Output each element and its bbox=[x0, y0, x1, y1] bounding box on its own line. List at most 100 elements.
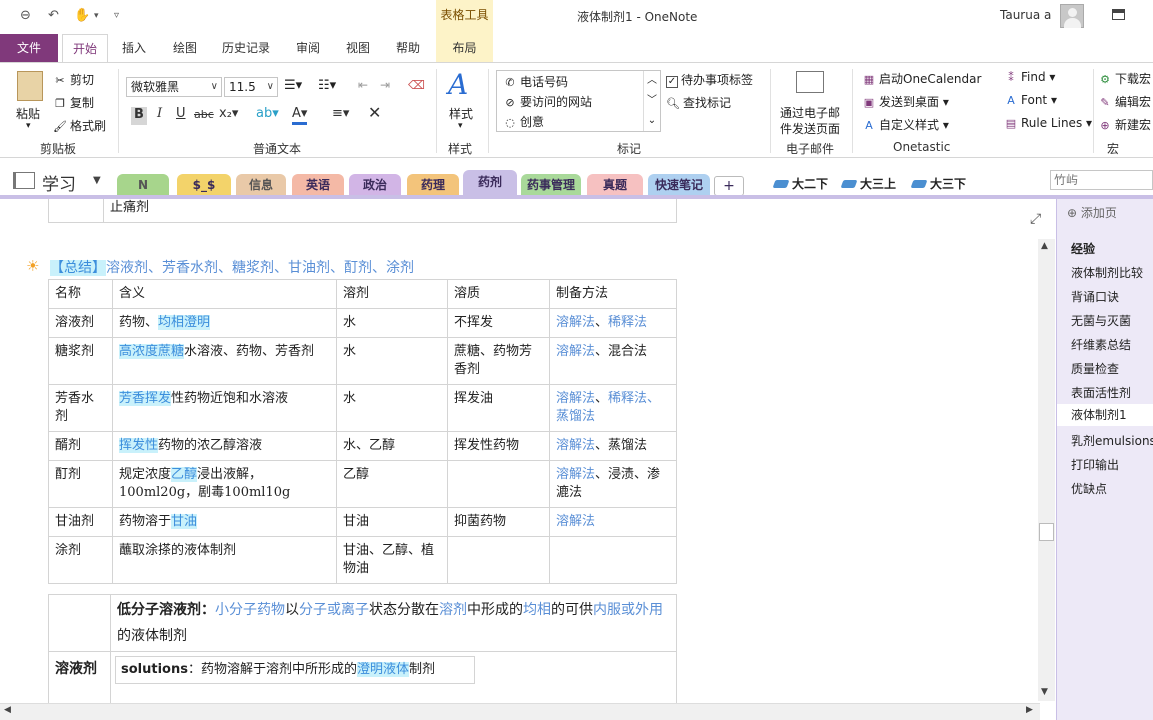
cell-name[interactable]: 醑剂 bbox=[48, 431, 113, 461]
user-name[interactable]: Taurua a bbox=[1000, 8, 1051, 22]
column-header[interactable]: 溶质 bbox=[447, 279, 550, 309]
chevron-down-icon[interactable]: ▾ bbox=[26, 121, 31, 131]
section-group-tab[interactable]: 大三上 bbox=[840, 175, 896, 192]
find-tags-button[interactable]: 🔍︎ 查找标记 bbox=[666, 94, 731, 111]
paste-icon[interactable] bbox=[17, 71, 43, 101]
column-header[interactable]: 含义 bbox=[112, 279, 337, 309]
download-macros-button[interactable]: ⚙ 下载宏 bbox=[1098, 70, 1151, 87]
cell-solute[interactable]: 不挥发 bbox=[447, 308, 550, 338]
section-tab[interactable]: 快速笔记 bbox=[648, 174, 710, 196]
column-header[interactable]: 名称 bbox=[48, 279, 113, 309]
nested-table[interactable]: solutions：药物溶解于溶剂中所形成的澄明液体制剂 bbox=[115, 656, 475, 684]
cell-name[interactable]: 芳香水剂 bbox=[48, 384, 113, 432]
subscript-icon[interactable]: x₂▾ bbox=[219, 106, 238, 121]
tab-help[interactable]: 帮助 bbox=[388, 34, 428, 62]
cell-method[interactable]: 溶解法、浸渍、渗漉法 bbox=[549, 460, 677, 508]
vertical-scrollbar[interactable]: ▲ ▼ bbox=[1038, 239, 1055, 701]
strikethrough-icon[interactable]: abc bbox=[194, 108, 214, 121]
table-cell[interactable] bbox=[48, 199, 104, 223]
cell-solvent[interactable]: 乙醇 bbox=[336, 460, 448, 508]
scrollbar-thumb[interactable] bbox=[1039, 523, 1054, 541]
cell-solute[interactable]: 抑菌药物 bbox=[447, 507, 550, 537]
font-macro-button[interactable]: A Font ▾ bbox=[1004, 93, 1057, 107]
decrease-indent-icon[interactable]: ⇤ bbox=[358, 78, 368, 92]
font-size-select[interactable]: 11.5 ∨ bbox=[224, 77, 278, 97]
cell-meaning[interactable]: 药物溶于甘油 bbox=[112, 507, 337, 537]
section-tab[interactable]: 药事管理 bbox=[521, 174, 581, 196]
cell-solvent[interactable]: 甘油 bbox=[336, 507, 448, 537]
cell-method[interactable] bbox=[549, 536, 677, 584]
cell-solvent[interactable]: 水、乙醇 bbox=[336, 431, 448, 461]
align-icon[interactable]: ≡▾ bbox=[332, 106, 349, 121]
horizontal-scrollbar[interactable]: ◀ ▶ bbox=[0, 703, 1040, 720]
tab-home[interactable]: 开始 bbox=[62, 34, 108, 63]
increase-indent-icon[interactable]: ⇥ bbox=[380, 78, 390, 92]
tags-list[interactable]: ✆ 电话号码 ⊘ 要访问的网站 ◌ 创意 ︿ ﹀ ⌄ bbox=[496, 70, 661, 132]
page-item[interactable]: 液体制剂比较 bbox=[1071, 264, 1143, 281]
tags-scroller[interactable]: ︿ ﹀ ⌄ bbox=[643, 71, 660, 131]
new-macro-button[interactable]: ⊕ 新建宏 bbox=[1098, 116, 1151, 133]
cell-method[interactable]: 溶解法、蒸馏法 bbox=[549, 431, 677, 461]
tab-review[interactable]: 审阅 bbox=[288, 34, 328, 62]
chevron-down-icon[interactable]: ﹀ bbox=[644, 91, 660, 111]
section-tab[interactable]: 真题 bbox=[587, 174, 643, 196]
search-input[interactable]: 竹屿 bbox=[1050, 170, 1153, 190]
notebook-icon[interactable] bbox=[13, 172, 35, 189]
summary-table[interactable]: 名称 含义 溶剂 溶质 制备方法 溶液剂 药物、均相澄明水不挥发 溶解法、稀释法 糖浆… bbox=[48, 279, 677, 584]
undo-icon[interactable]: ↶ bbox=[48, 8, 59, 23]
tab-layout[interactable]: 布局 bbox=[436, 34, 493, 62]
page-item[interactable]: 纤维素总结 bbox=[1071, 336, 1131, 353]
tab-insert[interactable]: 插入 bbox=[114, 34, 154, 62]
cell-meaning[interactable]: 挥发性药物的浓乙醇溶液 bbox=[112, 431, 337, 461]
cell-meaning[interactable]: 芳香挥发性药物近饱和水溶液 bbox=[112, 384, 337, 432]
page-item[interactable]: 乳剂emulsions bbox=[1071, 432, 1153, 449]
cell-method[interactable]: 溶解法 bbox=[549, 507, 677, 537]
clear-formatting-icon[interactable]: ⌫ bbox=[408, 78, 425, 92]
find-macro-button[interactable]: ⁑ Find ▾ bbox=[1004, 70, 1055, 84]
expand-icon[interactable]: ⌄ bbox=[644, 111, 660, 131]
underline-icon[interactable]: U bbox=[176, 106, 186, 121]
section-group-tab[interactable]: 大二下 bbox=[772, 175, 828, 192]
page-item[interactable]: 打印输出 bbox=[1071, 456, 1119, 473]
page-canvas[interactable]: 止痛剂 ⤢ ☀ 【总结】溶液剂、芳香水剂、糖浆剂、甘油剂、酊剂、涂剂 名称 含义… bbox=[0, 199, 1056, 703]
summary-heading[interactable]: 【总结】溶液剂、芳香水剂、糖浆剂、甘油剂、酊剂、涂剂 bbox=[50, 257, 414, 277]
styles-icon[interactable]: A bbox=[448, 68, 468, 101]
page-item[interactable]: 液体制剂1 bbox=[1057, 404, 1153, 426]
cell-meaning[interactable]: 药物、均相澄明 bbox=[112, 308, 337, 338]
tab-view[interactable]: 视图 bbox=[338, 34, 378, 62]
touch-mode-icon[interactable]: ✋ bbox=[74, 8, 90, 23]
paste-button[interactable]: 粘贴 bbox=[16, 105, 40, 122]
nested-cell[interactable]: solutions：药物溶解于溶剂中所形成的澄明液体制剂 bbox=[115, 656, 475, 684]
restore-window-icon[interactable] bbox=[1112, 9, 1125, 20]
section-tab[interactable]: $_$ bbox=[177, 174, 231, 196]
tab-draw[interactable]: 绘图 bbox=[165, 34, 205, 62]
tag-item-phone[interactable]: ✆ 电话号码 bbox=[503, 73, 568, 90]
add-section-button[interactable]: + bbox=[714, 176, 744, 196]
custom-styles-button[interactable]: A 自定义样式 ▾ bbox=[862, 116, 949, 133]
format-painter-button[interactable]: 🖌 格式刷 bbox=[53, 117, 106, 134]
table-cell[interactable]: solutions：药物溶解于溶剂中所形成的澄明液体制剂 bbox=[110, 651, 677, 703]
cell-name[interactable]: 糖浆剂 bbox=[48, 337, 113, 385]
cell-solute[interactable] bbox=[447, 460, 550, 508]
cell-solvent[interactable]: 水 bbox=[336, 384, 448, 432]
section-tab[interactable]: 药理 bbox=[407, 174, 459, 196]
table-cell[interactable] bbox=[48, 594, 111, 652]
cell-solvent[interactable]: 水 bbox=[336, 308, 448, 338]
scroll-up-icon[interactable]: ▲ bbox=[1041, 241, 1048, 251]
notebook-name[interactable]: 学习 bbox=[42, 170, 76, 195]
cell-solute[interactable]: 蔗糖、药物芳香剂 bbox=[447, 337, 550, 385]
onecalendar-button[interactable]: ▦ 启动OneCalendar bbox=[862, 70, 982, 87]
cell-meaning[interactable]: 规定浓度乙醇浸出液解，100ml20g，剧毒100ml10g bbox=[112, 460, 337, 508]
chevron-down-icon[interactable]: ▼ bbox=[93, 175, 101, 186]
customize-toolbar-icon[interactable]: ▿ bbox=[114, 10, 119, 21]
section-tab[interactable]: 英语 bbox=[292, 174, 344, 196]
font-family-select[interactable]: 微软雅黑 ∨ bbox=[126, 77, 222, 97]
cell-name[interactable]: 酊剂 bbox=[48, 460, 113, 508]
table-cell[interactable]: 止痛剂 bbox=[103, 199, 677, 223]
bold-icon[interactable]: B bbox=[131, 107, 147, 125]
rule-lines-button[interactable]: ▤ Rule Lines ▾ bbox=[1004, 116, 1092, 130]
email-page-button-line1[interactable]: 通过电子邮 bbox=[780, 104, 840, 121]
chevron-down-icon[interactable]: ▾ bbox=[94, 11, 99, 21]
todo-tag-button[interactable]: ✓ 待办事项标签 bbox=[666, 71, 753, 88]
row-label[interactable]: 溶液剂 bbox=[48, 651, 111, 703]
